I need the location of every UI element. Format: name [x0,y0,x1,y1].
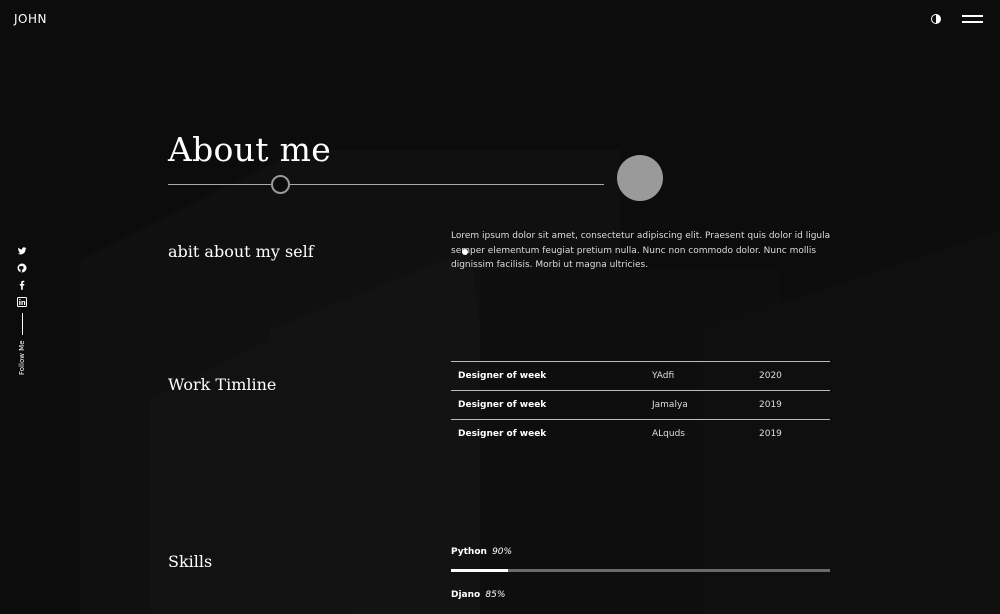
timeline-company: ALquds [652,429,685,440]
timeline-company: Jamalya [652,400,688,410]
timeline-year: 2019 [759,400,782,410]
title-slider-track [168,184,604,185]
skill-label-python: Python 90% [451,547,512,557]
github-icon[interactable] [17,263,27,273]
skills-heading: Skills [168,552,213,571]
linkedin-icon[interactable] [17,297,27,307]
social-divider [22,313,23,335]
skill-name: Python [451,547,487,557]
page-title: About me [168,130,332,169]
timeline-year: 2020 [759,371,782,381]
timeline-role: Designer of week [458,429,547,440]
timeline-year: 2019 [759,429,782,440]
timeline-role: Designer of week [458,371,547,381]
follow-me-label: Follow Me [18,340,26,375]
hamburger-icon[interactable] [962,15,983,24]
timeline-heading: Work Timline [168,375,277,394]
skill-bar-python [451,569,830,572]
skill-percent: 90% [492,547,513,557]
slider-knob[interactable] [271,175,290,194]
half-circle-icon[interactable] [931,14,941,24]
skill-bar-fill [451,569,508,572]
skill-name: Djano [451,590,481,600]
social-links [17,246,29,314]
background-pattern [80,150,1000,614]
about-text: Lorem ipsum dolor sit amet, consectetur … [451,231,831,270]
skill-label-django: Djano 85% [451,590,505,600]
twitter-icon[interactable] [17,246,27,256]
timeline-table: Designer of week YAdfi 2020 Designer of … [451,361,830,449]
table-row: Designer of week YAdfi 2020 [451,361,830,391]
mouse-cursor [462,249,468,255]
skill-percent: 85% [485,590,506,600]
decorative-circle [617,155,663,201]
timeline-company: YAdfi [652,371,675,381]
timeline-role: Designer of week [458,400,547,410]
table-row: Designer of week Jamalya 2019 [451,390,830,420]
logo[interactable]: JOHN [14,12,47,26]
about-subtitle: abit about my self [168,242,314,261]
facebook-icon[interactable] [17,280,27,290]
table-row: Designer of week ALquds 2019 [451,419,830,449]
